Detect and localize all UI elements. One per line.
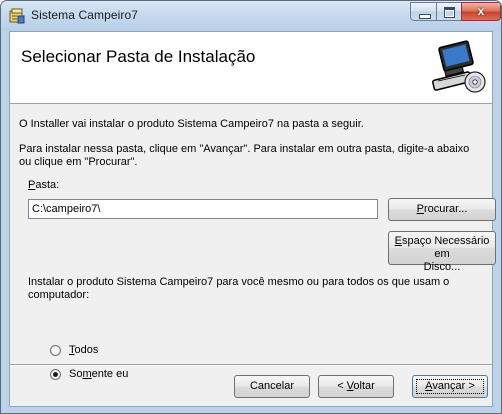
minimize-button[interactable] xyxy=(410,2,437,21)
browse-button[interactable]: Procurar... xyxy=(388,198,496,221)
disk-space-button[interactable]: Espaço Necessário em Disco... xyxy=(388,231,496,273)
installer-window: Sistema Campeiro7 x Selecionar Pasta de … xyxy=(0,0,502,414)
folder-path-input[interactable] xyxy=(28,199,378,219)
intro-text: O Installer vai instalar o produto Siste… xyxy=(19,118,364,130)
disk-space-label-line2: Disco... xyxy=(423,261,461,273)
radio-todos-label[interactable]: Todos xyxy=(69,344,98,356)
next-button-label: Avançar > xyxy=(425,380,475,392)
maximize-button[interactable] xyxy=(436,2,462,21)
instructions-text: Para instalar nessa pasta, clique em "Av… xyxy=(19,143,470,168)
installer-app-icon[interactable] xyxy=(9,8,25,24)
radio-somente-eu[interactable] xyxy=(50,369,61,380)
close-icon: x xyxy=(477,4,485,18)
title-bar[interactable]: Sistema Campeiro7 x xyxy=(1,1,501,31)
next-button[interactable]: Avançar > xyxy=(412,375,488,398)
dialog-client-area: Selecionar Pasta de Instalação O Install… xyxy=(9,31,496,407)
back-button[interactable]: < Voltar xyxy=(318,375,394,398)
radio-todos[interactable] xyxy=(50,345,61,356)
close-button[interactable]: x xyxy=(461,2,501,21)
window-title: Sistema Campeiro7 xyxy=(31,8,139,22)
page-title: Selecionar Pasta de Instalação xyxy=(21,47,256,66)
install-for-label: Instalar o produto Sistema Campeiro7 par… xyxy=(28,276,450,301)
computer-cd-icon xyxy=(432,40,486,93)
header-banner: Selecionar Pasta de Instalação xyxy=(10,32,492,104)
radio-somente-eu-label[interactable]: Somente eu xyxy=(69,368,128,380)
folder-label: Pasta: xyxy=(28,179,60,191)
footer-separator xyxy=(10,364,492,366)
cancel-button[interactable]: Cancelar xyxy=(234,375,310,398)
